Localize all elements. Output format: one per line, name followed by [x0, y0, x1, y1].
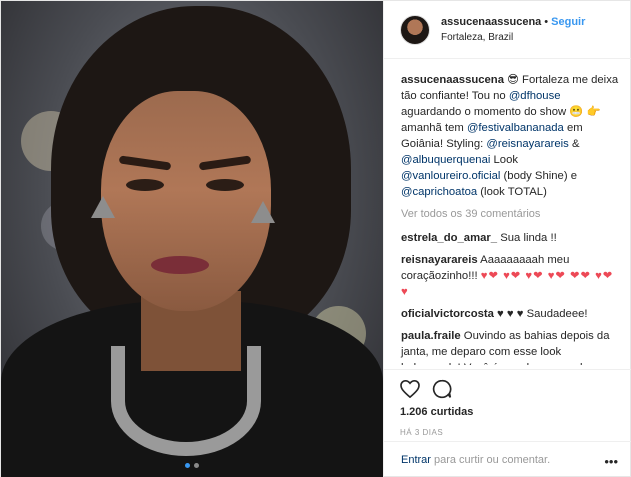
carousel-dots	[185, 463, 199, 468]
action-icons	[400, 370, 616, 402]
mention-link[interactable]: @albuquerquenai	[401, 154, 490, 166]
caption-text: Look	[490, 154, 519, 166]
caption-text: (look TOTAL)	[477, 186, 547, 198]
grimace-emoji-icon: 😬	[569, 106, 584, 118]
separator-dot: •	[544, 15, 549, 28]
add-comment-bar: Entrar para curtir ou comentar. •••	[384, 441, 631, 477]
login-prompt-text: para curtir ou comentar.	[433, 454, 551, 466]
mention-link[interactable]: @vanloureiro.oficial	[401, 170, 500, 182]
location-link[interactable]: Fortaleza, Brazil	[441, 30, 585, 45]
mention-link[interactable]: @reisnayarareis	[486, 138, 568, 150]
eye	[126, 179, 164, 191]
header-text: assucenaassucena • Seguir Fortaleza, Brazi…	[441, 15, 585, 45]
comment: oficialvictorcosta ♥ ♥ ♥ Saudadeee!	[401, 306, 620, 322]
mention-link[interactable]: @caprichoatoa	[401, 186, 477, 198]
caption-text: (body Shine) e	[500, 170, 578, 182]
mention-link[interactable]: @dfhouse	[509, 90, 561, 102]
comments-section: assucenaassucena 😎 Fortaleza me deixa tã…	[384, 60, 631, 365]
instagram-post: assucenaassucena • Seguir Fortaleza, Brazi…	[0, 0, 631, 477]
likes-count[interactable]: 1.206 curtidas	[400, 406, 616, 418]
pointing-hand-emoji-icon: 👉	[586, 106, 601, 118]
login-link[interactable]: Entrar	[401, 454, 431, 466]
eye	[206, 179, 244, 191]
comment: paula.fraile Ouvindo as bahias depois da…	[401, 328, 620, 365]
carousel-dot[interactable]	[194, 463, 199, 468]
star-earring	[251, 201, 275, 223]
caption-text: amanhã tem	[401, 122, 467, 134]
comment-icon[interactable]	[432, 379, 452, 399]
sunglasses-emoji-icon: 😎	[507, 74, 519, 86]
post-timestamp[interactable]: HÁ 3 DIAS	[400, 428, 616, 437]
caption: assucenaassucena 😎 Fortaleza me deixa tã…	[401, 72, 620, 200]
carousel-dot-active[interactable]	[185, 463, 190, 468]
heart-icon[interactable]	[400, 379, 420, 399]
more-icon[interactable]: •••	[604, 454, 618, 469]
caption-text: &	[568, 138, 580, 150]
lips	[151, 256, 209, 274]
comment-username[interactable]: paula.fraile	[401, 330, 461, 342]
comment-username[interactable]: oficialvictorcosta	[401, 308, 494, 320]
header-username[interactable]: assucenaassucena	[441, 16, 541, 28]
black-hearts-emoji-icon: ♥ ♥ ♥	[493, 308, 527, 320]
caption-username[interactable]: assucenaassucena	[401, 74, 504, 86]
necklace	[111, 346, 261, 456]
view-all-comments-link[interactable]: Ver todos os 39 comentários	[401, 206, 620, 222]
post-photo[interactable]	[1, 1, 383, 477]
comment: estrela_do_amar_ Sua linda !!	[401, 230, 620, 246]
star-earring	[91, 196, 115, 218]
caption-text: aguardando o momento do show	[401, 106, 570, 118]
post-header: assucenaassucena • Seguir Fortaleza, Brazi…	[384, 1, 631, 59]
comment-text: Saudadeee!	[526, 308, 588, 320]
mention-link[interactable]: @festivalbananada	[467, 122, 564, 134]
follow-button[interactable]: Seguir	[551, 16, 585, 28]
comment: reisnayarareis Aaaaaaaaah meu coraçãozin…	[401, 252, 620, 300]
avatar[interactable]	[400, 14, 430, 45]
comment-username[interactable]: estrela_do_amar_	[401, 232, 497, 244]
face	[101, 91, 271, 311]
comment-username[interactable]: reisnayarareis	[401, 254, 478, 266]
post-sidebar: assucenaassucena • Seguir Fortaleza, Brazi…	[383, 1, 631, 477]
comment-text: Sua linda !!	[497, 232, 557, 244]
